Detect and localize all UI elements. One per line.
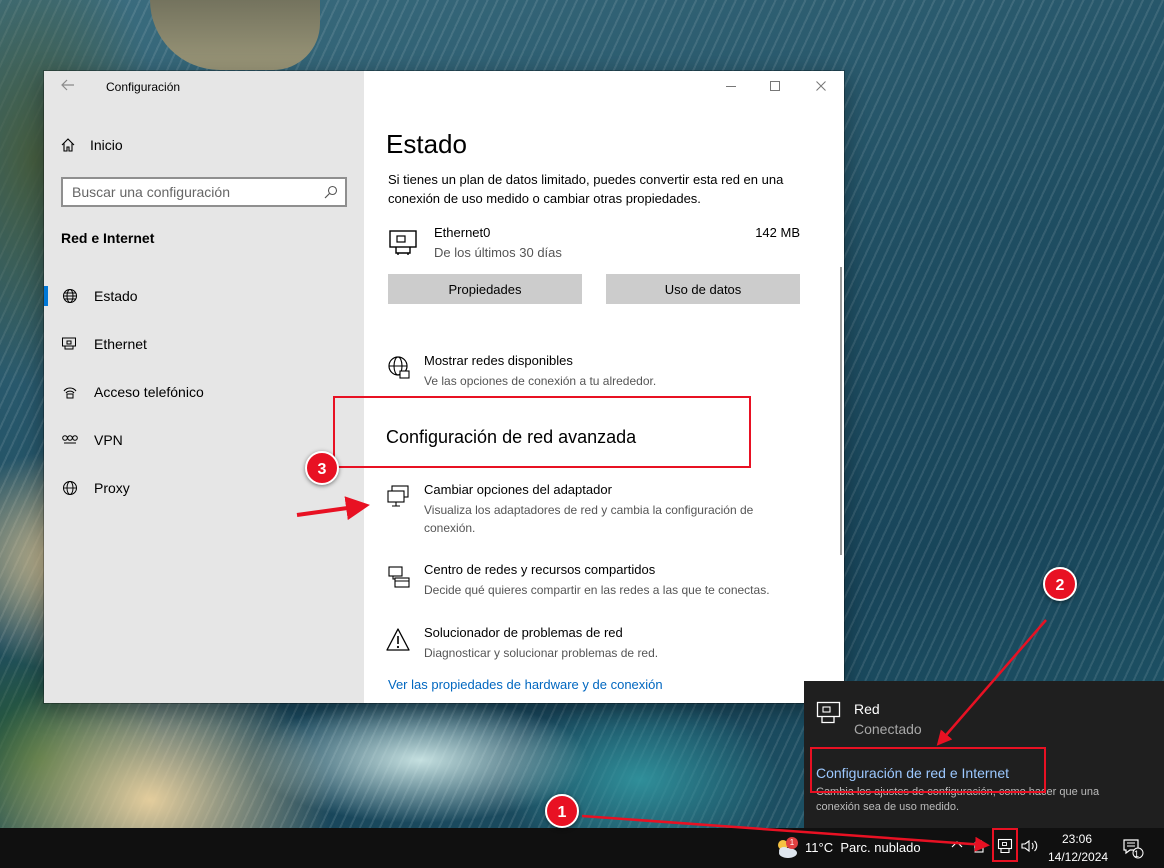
annotation-step-3: 3 <box>305 451 339 485</box>
annotation-arrow-2 <box>936 619 1047 746</box>
annotation-arrow-1 <box>581 814 990 852</box>
annotation-step-2: 2 <box>1043 567 1077 601</box>
annotation-arrow-3 <box>296 496 370 521</box>
annotation-arrows <box>296 496 1047 852</box>
annotation-step-1: 1 <box>545 794 579 828</box>
